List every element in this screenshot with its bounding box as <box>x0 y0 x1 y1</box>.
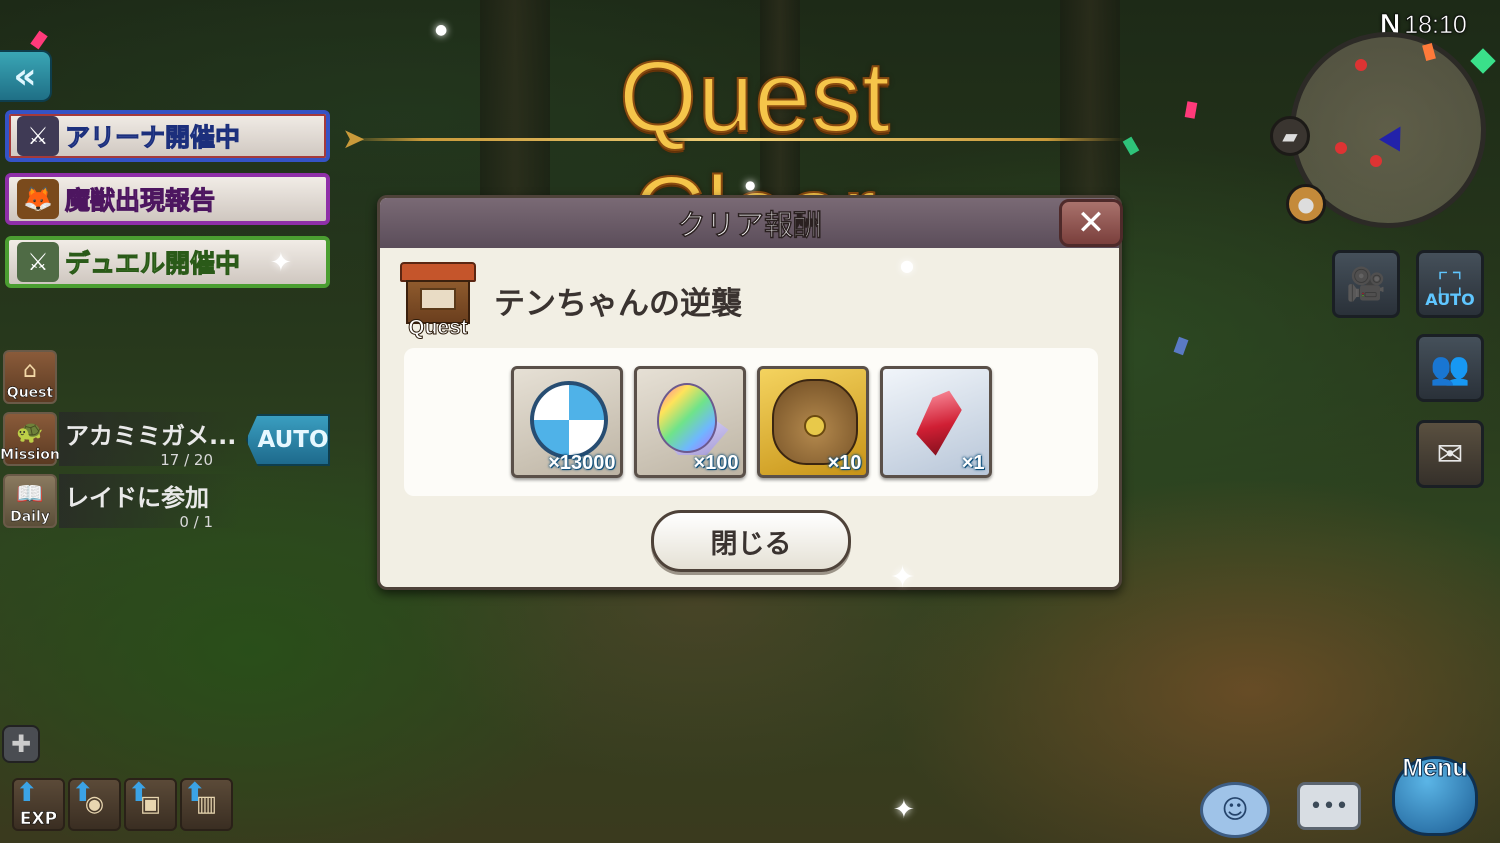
auto-camera-button[interactable]: ⛶ AUTO <box>1416 250 1484 318</box>
enemy-marker <box>1355 59 1367 71</box>
menu-label: Menu <box>1402 754 1468 783</box>
enemy-marker <box>1335 142 1347 154</box>
face-icon: ● <box>1297 192 1315 216</box>
house-icon: ⌂ <box>23 358 37 383</box>
sparkle-icon: ● <box>900 256 914 275</box>
book-icon: 📖 <box>16 482 44 507</box>
tracker-info: アカミミガメ... 17 / 20 <box>59 412 239 469</box>
event-label: アリーナ開催中 <box>64 123 241 153</box>
red-crystal-icon <box>911 385 966 459</box>
chat-button[interactable]: ••• <box>1297 782 1361 830</box>
daily-tracker-icon: 📖 Daily <box>3 474 57 528</box>
sparkle-icon: ✦ <box>890 560 916 595</box>
quest-icon: Quest <box>400 260 476 340</box>
arrow-up-icon: ⬆ <box>128 778 150 808</box>
tracker-info: レイドに参加 0 / 1 <box>59 474 239 531</box>
character-button[interactable]: ● <box>1286 184 1326 224</box>
dialog-title: クリア報酬 <box>380 198 1119 248</box>
smile-icon: ☺ <box>1221 795 1249 825</box>
reward-item[interactable]: ×10 <box>756 366 869 478</box>
chat-icon: ••• <box>1309 793 1349 819</box>
camera-button[interactable]: 🎥 <box>1332 250 1400 318</box>
reward-qty: ×1 <box>961 452 985 474</box>
plus-icon: ✚ <box>10 730 32 758</box>
tracker-daily[interactable]: 📖 Daily レイドに参加 0 / 1 <box>3 474 239 531</box>
exp-boost-button[interactable]: ⬆ EXP <box>12 778 65 831</box>
tracker-progress: 17 / 20 <box>160 451 213 469</box>
quest-tracker-icon: ⌂ Quest <box>3 350 57 404</box>
rainbow-egg-icon <box>656 383 717 453</box>
quest-icon-window <box>420 288 456 310</box>
tracker-mission[interactable]: 🐢 Mission アカミミガメ... 17 / 20 <box>0 412 239 469</box>
group-icon: 👥 <box>1430 349 1470 387</box>
confetti <box>1470 48 1496 74</box>
gold-boost-button[interactable]: ⬆ ◉ <box>68 778 121 831</box>
sparkle-icon: ✦ <box>270 248 292 278</box>
exp-label: EXP <box>19 809 58 830</box>
mail-icon: ✉ <box>1436 435 1464 473</box>
party-button[interactable]: 👥 <box>1416 334 1484 402</box>
tracker-title: レイドに参加 <box>65 484 209 512</box>
event-button-arena[interactable]: ⚔ アリーナ開催中 <box>5 110 330 162</box>
auto-label: AUTO <box>1425 290 1475 309</box>
reward-item[interactable]: ×100 <box>633 366 746 478</box>
event-label: 魔獣出現報告 <box>64 186 216 216</box>
confetti <box>1122 136 1140 156</box>
drop-boost-button[interactable]: ⬆ ▣ <box>124 778 177 831</box>
tracker-title: アカミミガメ... <box>65 422 237 450</box>
map-toggle-button[interactable]: ▰ <box>1270 116 1310 156</box>
duel-icon: ⚔ <box>17 242 59 282</box>
enemy-marker <box>1370 155 1382 167</box>
emote-button[interactable]: ☺ <box>1200 782 1270 838</box>
arrow-up-icon: ⬆ <box>72 778 94 808</box>
reward-dialog: クリア報酬 ✕ Quest テンちゃんの逆襲 ×13000 ×100 ×10 ×… <box>377 195 1123 590</box>
event-label: デュエル開催中 <box>64 249 241 279</box>
gather-boost-button[interactable]: ⬆ ▥ <box>180 778 233 831</box>
tracker-quest[interactable]: ⌂ Quest <box>3 350 57 404</box>
mail-button[interactable]: ✉ <box>1416 420 1484 488</box>
reward-qty: ×100 <box>693 452 739 474</box>
close-icon: ✕ <box>1076 203 1106 243</box>
sparkle-icon: ✦ <box>893 795 915 825</box>
map-icon: ▰ <box>1282 124 1298 148</box>
auto-quest-button[interactable]: AUTO <box>246 414 330 466</box>
camera-icon: 🎥 <box>1346 265 1386 303</box>
beach-ball-icon <box>529 381 608 459</box>
turtle-icon: 🐢 <box>16 420 44 445</box>
arrow-up-icon: ⬆ <box>16 778 38 808</box>
quest-name: テンちゃんの逆襲 <box>494 286 742 322</box>
sparkle-icon: ● <box>435 22 448 38</box>
tracker-tag: Daily <box>10 509 50 526</box>
arena-icon: ⚔ <box>17 116 59 156</box>
sparkle-icon: ● <box>745 178 756 192</box>
reward-list: ×13000 ×100 ×10 ×1 <box>404 348 1098 496</box>
reward-item[interactable]: ×13000 <box>510 366 623 478</box>
reward-qty: ×13000 <box>548 452 616 474</box>
quest-icon-label: Quest <box>408 316 469 340</box>
close-button[interactable]: 閉じる <box>651 510 851 572</box>
player-marker <box>1379 120 1411 152</box>
tracker-progress: 0 / 1 <box>179 513 213 531</box>
reward-qty: ×10 <box>827 452 862 474</box>
menu-button[interactable]: Menu <box>1382 738 1488 838</box>
back-button[interactable]: « <box>0 50 52 102</box>
tracker-tag: Quest <box>6 385 54 402</box>
arrow-up-icon: ⬆ <box>184 778 206 808</box>
confetti <box>30 30 48 50</box>
confetti <box>1184 101 1198 119</box>
expand-button[interactable]: ✚ <box>2 725 40 763</box>
quest-icon-roof <box>400 262 476 282</box>
buff-bar: ⬆ EXP ⬆ ◉ ⬆ ▣ ⬆ ▥ <box>12 778 233 831</box>
tracker-tag: Mission <box>0 447 60 464</box>
reward-item[interactable]: ×1 <box>879 366 992 478</box>
mission-tracker-icon: 🐢 Mission <box>0 412 60 466</box>
event-button-beast[interactable]: 🦊 魔獣出現報告 <box>5 173 330 225</box>
arrow-right-icon: ➤ <box>342 122 366 155</box>
confetti <box>1173 336 1189 356</box>
beast-icon: 🦊 <box>17 179 59 219</box>
dialog-close-x-button[interactable]: ✕ <box>1059 199 1123 247</box>
double-chevron-left-icon: « <box>13 55 37 97</box>
